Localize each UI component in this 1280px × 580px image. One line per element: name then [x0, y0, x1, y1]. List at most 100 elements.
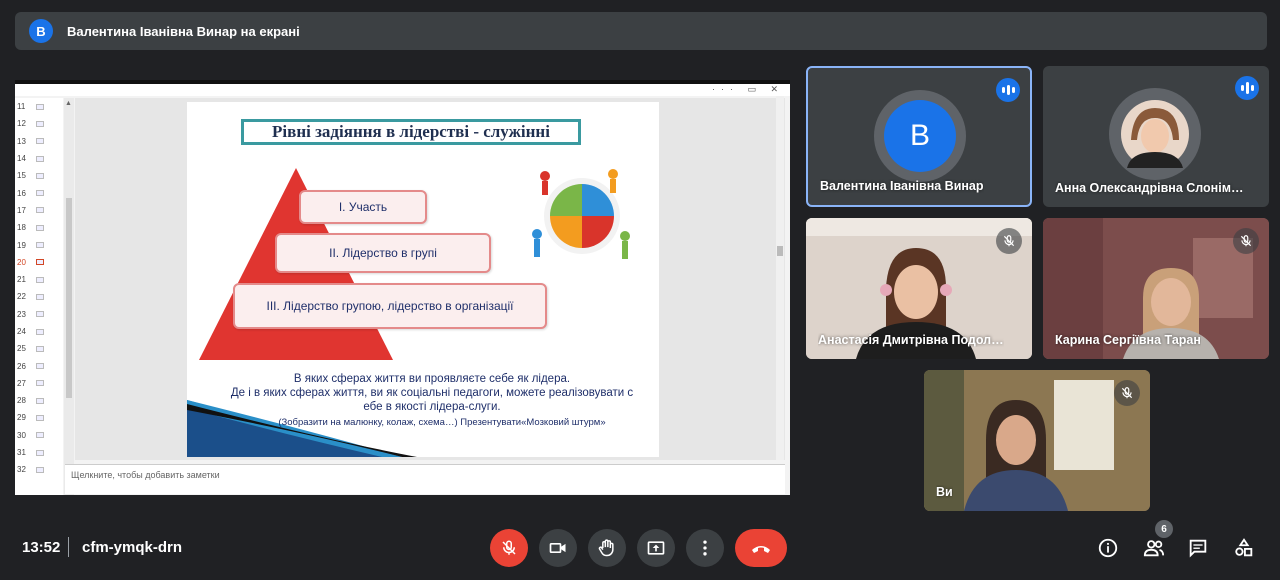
slide-number: 29 [17, 413, 26, 423]
slide-thumbnail[interactable]: 27 [15, 375, 63, 392]
meeting-info-button[interactable] [1094, 534, 1122, 562]
slide-thumbnail[interactable]: 26 [15, 357, 63, 374]
thumbnail-scrollbar[interactable]: ▲ ▼ [64, 98, 74, 495]
puzzle-team-image [532, 169, 630, 259]
slide-number: 19 [17, 240, 26, 250]
slide-thumbnail[interactable]: 29 [15, 409, 63, 426]
people-icon [1143, 540, 1165, 557]
slide-thumbnail-icon [36, 242, 44, 249]
app-titlebar: ··· ▭ ✕ [15, 84, 790, 96]
slide-text-line: ебе в якості лідера-слуги. [363, 401, 501, 413]
slide-thumbnail-icon [36, 311, 44, 318]
slide-thumbnail[interactable]: 20 [15, 254, 63, 271]
slide-number: 14 [17, 154, 26, 164]
participant-tile[interactable]: Карина Сергіївна Таран [1043, 218, 1269, 359]
slide-thumbnail[interactable]: 14 [15, 150, 63, 167]
people-button[interactable] [1140, 534, 1168, 562]
slide-scrollbar[interactable] [776, 96, 784, 460]
slide-thumbnail[interactable]: 31 [15, 444, 63, 461]
scroll-thumb[interactable] [66, 198, 72, 398]
slide-number: 32 [17, 465, 26, 475]
slide-thumbnail-icon [36, 380, 44, 387]
slide-thumbnail[interactable]: 15 [15, 167, 63, 184]
slide-thumbnail[interactable]: 24 [15, 323, 63, 340]
slide-thumbnail-icon [36, 328, 44, 335]
slide-thumbnail[interactable]: 18 [15, 219, 63, 236]
info-icon [1098, 538, 1118, 558]
slide-title: Рівні задіяння в лідерстві - служінні [241, 119, 581, 145]
more-options-button[interactable] [686, 529, 724, 567]
participant-name: Анна Олександрівна Слонім… [1055, 181, 1244, 195]
end-call-button[interactable] [735, 529, 787, 567]
participant-name: Карина Сергіївна Таран [1055, 333, 1201, 347]
participant-name: Валентина Іванівна Винар [820, 179, 984, 193]
level-1-box: I. Участь [299, 190, 427, 224]
slide-thumbnail[interactable]: 28 [15, 392, 63, 409]
slide-number: 11 [17, 102, 26, 112]
clock: 13:52 [22, 539, 61, 556]
self-view-tile[interactable]: Ви [924, 370, 1150, 511]
activities-button[interactable] [1230, 534, 1258, 562]
slide-number: 17 [17, 205, 26, 215]
participant-tile[interactable]: В Валентина Іванівна Винар [806, 66, 1032, 207]
slide-thumbnail[interactable]: 22 [15, 288, 63, 305]
present-screen-icon [647, 541, 665, 555]
slide-thumbnail[interactable]: 17 [15, 202, 63, 219]
camera-toggle-button[interactable] [539, 529, 577, 567]
slide-thumbnail[interactable]: 21 [15, 271, 63, 288]
speaking-indicator-icon [1235, 76, 1259, 100]
slide-thumbnail[interactable]: 30 [15, 427, 63, 444]
scroll-thumb[interactable] [777, 246, 783, 256]
slide-thumbnail[interactable]: 12 [15, 115, 63, 132]
slide-number: 16 [17, 188, 26, 198]
slide-thumbnail-icon [36, 397, 44, 404]
notes-pane[interactable]: Щелкните, чтобы добавить заметки [65, 464, 785, 494]
participant-name: Анастасія Дмитрівна Подол… [818, 333, 1004, 347]
slide-thumbnail-icon [36, 120, 44, 127]
slide-thumbnail[interactable]: 25 [15, 340, 63, 357]
slide-text-line: Де і в яких сферах життя, ви як соціальн… [230, 387, 634, 399]
slide-thumbnail[interactable]: 16 [15, 184, 63, 201]
slide-thumbnail-icon [36, 449, 44, 456]
presenting-banner: В Валентина Іванівна Винар на екрані [15, 12, 1267, 50]
activities-icon [1235, 538, 1253, 557]
slide-thumbnail[interactable]: 23 [15, 306, 63, 323]
slide-thumbnail[interactable]: 11 [15, 98, 63, 115]
slide-thumbnail-icon [36, 138, 44, 145]
slide-thumbnail[interactable]: 32 [15, 461, 63, 478]
slide-number: 25 [17, 344, 26, 354]
slide-number: 23 [17, 309, 26, 319]
slide-number: 22 [17, 292, 26, 302]
mic-off-icon [1233, 228, 1259, 254]
slide-thumbnail-icon [36, 172, 44, 179]
present-button[interactable] [637, 529, 675, 567]
slide-number: 21 [17, 275, 26, 285]
slide-thumbnail[interactable]: 13 [15, 133, 63, 150]
mic-toggle-button[interactable] [490, 529, 528, 567]
speaking-indicator-icon [996, 78, 1020, 102]
raise-hand-button[interactable] [588, 529, 626, 567]
window-controls-icon[interactable]: ··· ▭ ✕ [712, 84, 784, 95]
slide-thumbnail-icon [36, 432, 44, 439]
slide-thumbnail-icon [36, 155, 44, 162]
meeting-code: cfm-ymqk-drn [82, 539, 183, 556]
participant-name: Ви [936, 485, 953, 499]
slide-thumbnail-icon [36, 103, 44, 110]
end-call-icon [752, 546, 770, 553]
slide-thumbnails[interactable]: 11 12 13 14 15 16 17 18 19 20 21 22 23 24 25 26 27 28 29 30… [15, 98, 63, 495]
chat-button[interactable] [1184, 534, 1212, 562]
mic-off-icon [502, 540, 516, 555]
slide-text-line: В яких сферах життя ви проявляєте себе я… [293, 373, 571, 385]
participant-tile[interactable]: Анастасія Дмитрівна Подол… [806, 218, 1032, 359]
slide-thumbnail-icon [36, 207, 44, 214]
presenter-avatar: В [29, 19, 53, 43]
scroll-up-icon[interactable]: ▲ [65, 100, 72, 107]
slide-thumbnail-icon [36, 414, 44, 421]
shared-screen[interactable]: ··· ▭ ✕ 11 12 13 14 15 16 17 18 19 20 21 22 23 24 25 26… [15, 80, 790, 495]
participant-tile[interactable]: Анна Олександрівна Слонім… [1043, 66, 1269, 207]
slide-number: 27 [17, 378, 26, 388]
slide-thumbnail[interactable]: 19 [15, 236, 63, 253]
slide-thumbnail-icon [36, 259, 44, 266]
avatar-ring: В [874, 90, 966, 182]
slide-number: 15 [17, 171, 26, 181]
